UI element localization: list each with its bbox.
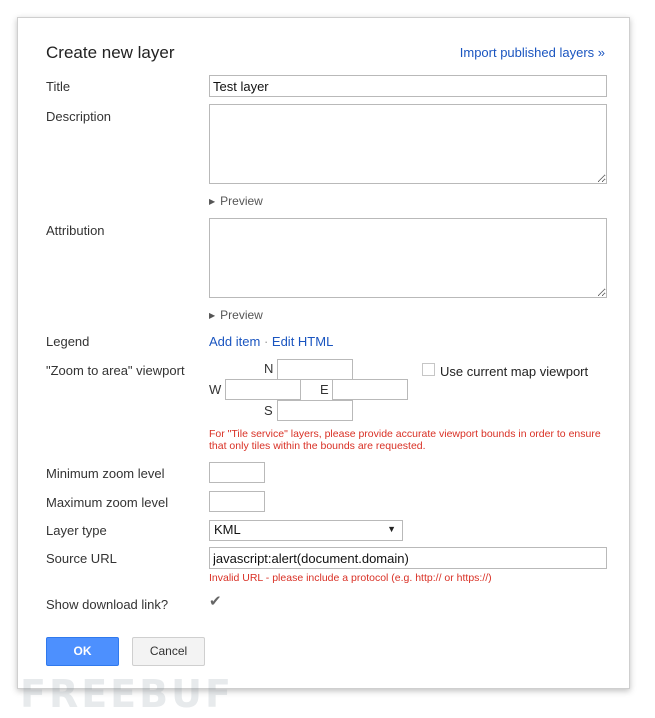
attribution-preview-toggle[interactable]: ▶ Preview [209, 308, 263, 322]
max-zoom-label: Maximum zoom level [46, 495, 169, 510]
viewport-help-text: For "Tile service" layers, please provid… [209, 428, 601, 452]
layer-type-select[interactable]: KML ▼ [209, 520, 403, 541]
legend-separator: · [263, 334, 269, 349]
checkmark-icon: ✔ [209, 593, 222, 610]
create-layer-dialog: Create new layer Import published layers… [17, 17, 630, 689]
layer-type-value: KML [214, 522, 241, 537]
viewport-north-input[interactable] [277, 359, 353, 380]
cancel-button[interactable]: Cancel [132, 637, 205, 666]
viewport-east-input[interactable] [332, 379, 408, 400]
title-input[interactable] [209, 75, 607, 97]
caret-down-icon: ▼ [387, 524, 396, 534]
legend-actions: Add item · Edit HTML [209, 334, 333, 349]
legend-edit-html-link[interactable]: Edit HTML [272, 334, 333, 349]
use-current-viewport-checkbox[interactable] [422, 363, 435, 376]
legend-add-item-link[interactable]: Add item [209, 334, 260, 349]
source-url-label: Source URL [46, 551, 117, 566]
triangle-right-icon: ▶ [209, 311, 216, 320]
title-label: Title [46, 79, 71, 94]
max-zoom-input[interactable] [209, 491, 265, 512]
viewport-north-label: N [264, 361, 274, 376]
viewport-west-label: W [209, 382, 222, 397]
attribution-label: Attribution [46, 223, 105, 238]
description-textarea[interactable] [209, 104, 607, 184]
show-download-checkbox[interactable]: ✔ [209, 592, 222, 610]
ok-button[interactable]: OK [46, 637, 119, 666]
attribution-textarea[interactable] [209, 218, 607, 298]
min-zoom-label: Minimum zoom level [46, 466, 165, 481]
preview-label: Preview [220, 308, 263, 322]
preview-label: Preview [220, 194, 263, 208]
triangle-right-icon: ▶ [209, 197, 216, 206]
description-preview-toggle[interactable]: ▶ Preview [209, 194, 263, 208]
layer-type-label: Layer type [46, 523, 107, 538]
import-published-layers-link[interactable]: Import published layers » [460, 45, 605, 60]
freebuf-watermark: FREEBUF [20, 672, 234, 716]
source-url-error: Invalid URL - please include a protocol … [209, 572, 492, 584]
viewport-west-input[interactable] [225, 379, 301, 400]
min-zoom-input[interactable] [209, 462, 265, 483]
description-label: Description [46, 109, 112, 124]
viewport-east-label: E [320, 382, 329, 397]
viewport-south-label: S [264, 403, 273, 418]
source-url-input[interactable] [209, 547, 607, 569]
dialog-title: Create new layer [46, 43, 175, 62]
viewport-south-input[interactable] [277, 400, 353, 421]
legend-label: Legend [46, 334, 90, 349]
use-current-viewport-label: Use current map viewport [440, 364, 589, 379]
viewport-label: "Zoom to area" viewport [46, 363, 185, 378]
show-download-label: Show download link? [46, 597, 169, 612]
